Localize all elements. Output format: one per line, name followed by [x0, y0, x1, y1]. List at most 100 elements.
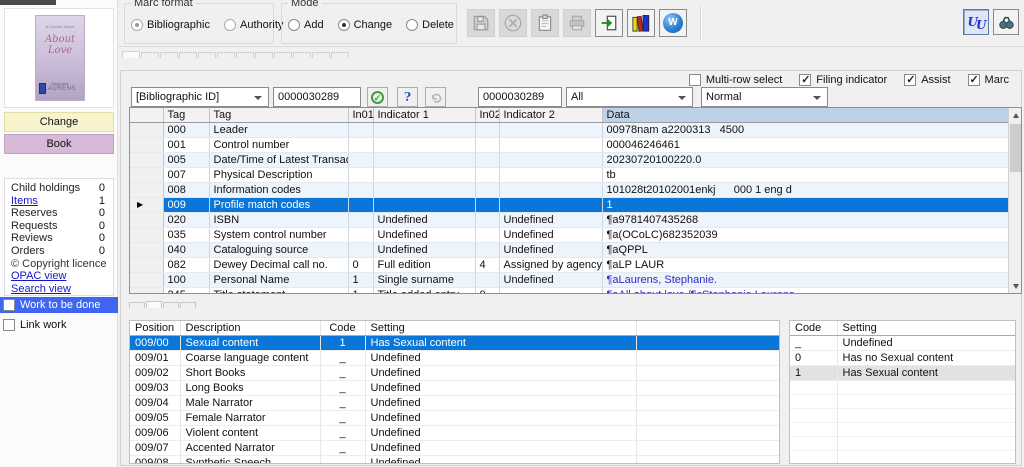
in01-cell[interactable]: [348, 197, 374, 213]
value-row[interactable]: _ Undefined: [790, 335, 1015, 351]
in01-cell[interactable]: [348, 182, 374, 198]
book-cover-image[interactable]: A Cynster Novel About Love Stephanie LAU…: [35, 15, 85, 101]
description-cell[interactable]: Violent content: [180, 425, 321, 441]
col-indicator2[interactable]: Indicator 2: [499, 108, 603, 123]
description-cell[interactable]: Female Narrator: [180, 410, 321, 426]
setting-cell[interactable]: Undefined: [365, 440, 637, 456]
marc-row[interactable]: 245 Title statement 1 Title added entry …: [130, 287, 1011, 293]
work-to-be-done-checkbox[interactable]: [3, 299, 15, 311]
tag-description-cell[interactable]: Personal Name: [209, 272, 349, 288]
indicator2-cell[interactable]: [499, 182, 603, 198]
scope-dropdown[interactable]: All: [566, 87, 693, 107]
setting-cell[interactable]: Undefined: [365, 425, 637, 441]
indicator2-cell[interactable]: [499, 122, 603, 138]
scrollbar-thumb[interactable]: [1010, 124, 1021, 172]
col-in02[interactable]: In02: [475, 108, 500, 123]
in01-cell[interactable]: [348, 212, 374, 228]
export-exit-button[interactable]: [595, 9, 623, 37]
vertical-scrollbar[interactable]: [1008, 108, 1021, 293]
authority-radio-icon[interactable]: [223, 19, 236, 31]
tag-description-cell[interactable]: Physical Description: [209, 167, 349, 183]
tab[interactable]: [312, 52, 330, 58]
in01-cell[interactable]: 1: [348, 287, 374, 293]
indicator1-cell[interactable]: [373, 152, 476, 168]
indicator1-cell[interactable]: Full edition: [373, 257, 476, 273]
indicator1-cell[interactable]: Title added entry: [373, 287, 476, 293]
confirm-button[interactable]: ✓: [367, 87, 388, 107]
tag-cell[interactable]: 000: [163, 122, 210, 138]
tag-cell[interactable]: 007: [163, 167, 210, 183]
marc-row[interactable]: 005 Date/Time of Latest Transaction 2023…: [130, 152, 1011, 168]
position-cell[interactable]: 009/04: [130, 395, 181, 411]
position-cell[interactable]: 009/07: [130, 440, 181, 456]
record-number-input[interactable]: 0000030289: [478, 87, 562, 107]
in02-cell[interactable]: [475, 272, 500, 288]
position-cell[interactable]: 009/05: [130, 410, 181, 426]
book-button[interactable]: Book: [4, 134, 114, 154]
undo-button[interactable]: [425, 87, 446, 107]
col-indicator1[interactable]: Indicator 1: [373, 108, 476, 123]
indicator1-cell[interactable]: [373, 122, 476, 138]
in01-cell[interactable]: 0: [348, 257, 374, 273]
indicator1-cell[interactable]: Undefined: [373, 212, 476, 228]
tab[interactable]: [198, 52, 216, 58]
indicator1-cell[interactable]: Undefined: [373, 227, 476, 243]
in02-cell[interactable]: [475, 152, 500, 168]
value-setting-cell[interactable]: Undefined: [837, 335, 1015, 351]
code-row[interactable]: 009/04 Male Narrator _ Undefined: [130, 395, 779, 411]
in02-cell[interactable]: 4: [475, 257, 500, 273]
tag-description-cell[interactable]: Dewey Decimal call no.: [209, 257, 349, 273]
indicator1-cell[interactable]: Single surname: [373, 272, 476, 288]
col-tag[interactable]: Tag: [163, 108, 210, 123]
data-cell[interactable]: 000046246461: [602, 137, 1011, 153]
description-cell[interactable]: Long Books: [180, 380, 321, 396]
value-code-cell[interactable]: 0: [790, 350, 838, 366]
in01-cell[interactable]: [348, 122, 374, 138]
multi-row-select-checkbox[interactable]: [688, 73, 701, 86]
code-cell[interactable]: 1: [320, 335, 366, 351]
value-code-cell[interactable]: _: [790, 335, 838, 351]
in02-cell[interactable]: [475, 197, 500, 213]
row-selector-cell[interactable]: [130, 167, 164, 183]
stat-label[interactable]: Orders: [11, 245, 45, 258]
tag-cell[interactable]: 035: [163, 227, 210, 243]
col-position[interactable]: Position: [130, 321, 181, 336]
indicator2-cell[interactable]: [499, 137, 603, 153]
value-row[interactable]: 0 Has no Sexual content: [790, 350, 1015, 366]
marc-row[interactable]: 008 Information codes 101028t20102001enk…: [130, 182, 1011, 198]
tag-description-cell[interactable]: Date/Time of Latest Transaction: [209, 152, 349, 168]
radio-change[interactable]: Change: [337, 19, 392, 31]
code-cell[interactable]: _: [320, 365, 366, 381]
radio-add[interactable]: Add: [288, 19, 324, 31]
tag-cell[interactable]: 009: [163, 197, 210, 213]
in02-cell[interactable]: [475, 212, 500, 228]
code-cell[interactable]: _: [320, 395, 366, 411]
tag-description-cell[interactable]: Control number: [209, 137, 349, 153]
col-value-setting[interactable]: Setting: [837, 321, 1015, 336]
subfield-tab[interactable]: [163, 302, 179, 308]
tag-description-cell[interactable]: Title statement: [209, 287, 349, 293]
stat-label[interactable]: Child holdings: [11, 182, 80, 195]
code-row[interactable]: 009/03 Long Books _ Undefined: [130, 380, 779, 396]
col-in01[interactable]: In01: [348, 108, 374, 123]
data-cell[interactable]: tb: [602, 167, 1011, 183]
opac-view-link[interactable]: OPAC view: [11, 270, 107, 283]
in02-cell[interactable]: [475, 242, 500, 258]
col-value-code[interactable]: Code: [790, 321, 838, 336]
marc-row[interactable]: 000 Leader 00978nam a2200313 4500: [130, 122, 1011, 138]
in01-cell[interactable]: [348, 152, 374, 168]
tag-description-cell[interactable]: Cataloguing source: [209, 242, 349, 258]
code-cell[interactable]: _: [320, 350, 366, 366]
radio-authority[interactable]: Authority: [223, 19, 283, 31]
description-cell[interactable]: Accented Narrator: [180, 440, 321, 456]
code-cell[interactable]: _: [320, 410, 366, 426]
description-cell[interactable]: Male Narrator: [180, 395, 321, 411]
multi-row-select-option[interactable]: Multi-row select: [688, 73, 782, 86]
change-button[interactable]: Change: [4, 112, 114, 132]
radio-bibliographic[interactable]: Bibliographic: [131, 19, 210, 31]
setting-cell[interactable]: Undefined: [365, 455, 637, 463]
row-selector-cell[interactable]: [130, 287, 164, 293]
setting-cell[interactable]: Undefined: [365, 380, 637, 396]
indicator1-cell[interactable]: [373, 137, 476, 153]
value-setting-cell[interactable]: Has no Sexual content: [837, 350, 1015, 366]
